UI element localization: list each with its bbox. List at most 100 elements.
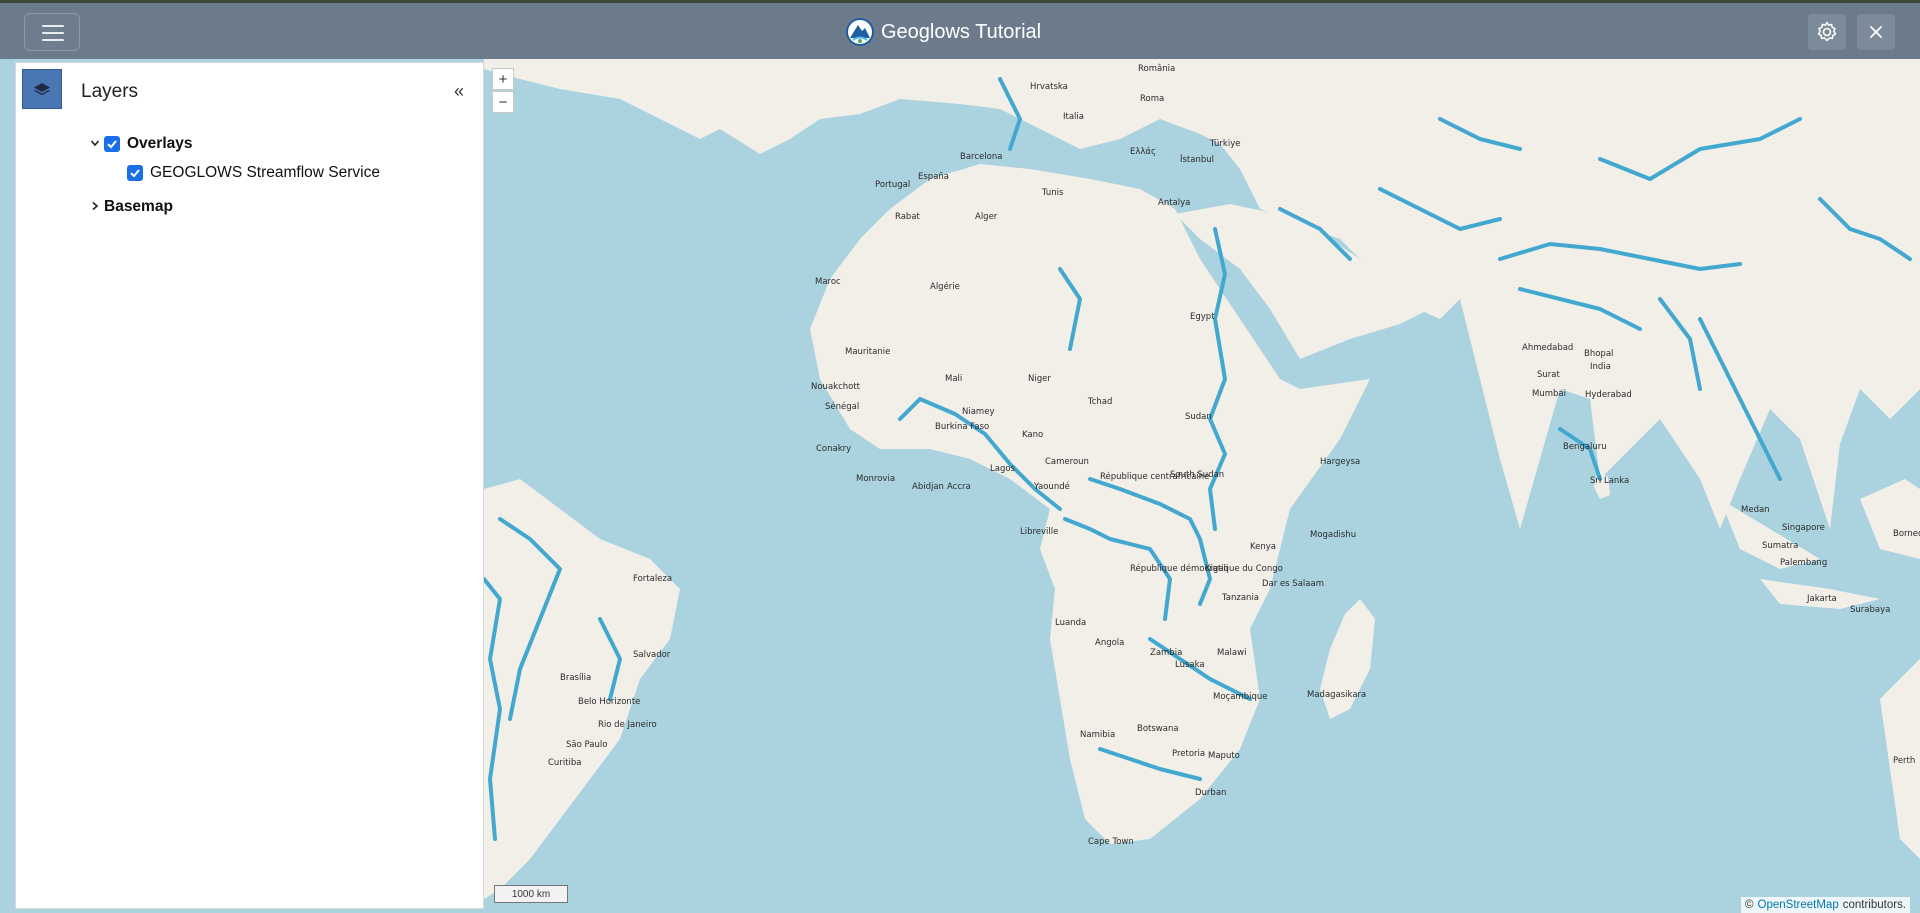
map-label: Barcelona	[960, 152, 1002, 162]
map-label: Tanzania	[1221, 593, 1259, 603]
tree-item-basemap[interactable]: Basemap	[90, 198, 173, 216]
map-label: Niamey	[962, 407, 994, 417]
map-label: Ελλάς	[1130, 147, 1156, 157]
map-label: Bengaluru	[1563, 442, 1607, 452]
tree-item-overlays: Overlays	[90, 135, 193, 153]
map-label: Mogadishu	[1310, 530, 1356, 540]
map-label: Yaoundé	[1033, 481, 1070, 492]
openstreetmap-link[interactable]: OpenStreetMap	[1758, 899, 1839, 911]
app-title-text: Geoglows Tutorial	[881, 20, 1042, 43]
map-attribution: © OpenStreetMap contributors.	[1741, 897, 1910, 913]
app-title: Geoglows Tutorial	[845, 16, 1041, 48]
map-label: India	[1590, 362, 1611, 372]
map-label: Belo Horizonte	[578, 697, 640, 707]
map-label: Lagos	[990, 464, 1016, 474]
map-label: Cape Town	[1088, 837, 1134, 847]
streamflow-label: GEOGLOWS Streamflow Service	[150, 164, 380, 181]
map-label: Mauritanie	[845, 347, 890, 357]
attribution-prefix: ©	[1745, 899, 1754, 911]
map-label: Tunis	[1041, 188, 1064, 198]
settings-button[interactable]	[1808, 14, 1846, 50]
map-label: Sudan	[1185, 412, 1212, 422]
map-label: Pretoria	[1172, 749, 1205, 759]
map-label: Palembang	[1780, 558, 1827, 568]
map-label: Egypt	[1190, 312, 1215, 322]
map-label: Perth	[1893, 756, 1915, 766]
map-label: São Paulo	[566, 740, 607, 750]
map-label: Namibia	[1080, 730, 1115, 740]
map-label: Roma	[1140, 94, 1164, 104]
map-label: Kenya	[1250, 542, 1276, 552]
map-label: Rio de Janeiro	[598, 720, 657, 730]
map-label: Luanda	[1055, 618, 1086, 628]
map-label: Madagasikara	[1307, 690, 1366, 700]
map-label: Jakarta	[1806, 594, 1837, 604]
map-label: Singapore	[1782, 523, 1825, 533]
gear-icon	[1817, 21, 1837, 42]
map-label: Sumatra	[1762, 541, 1798, 551]
map-label: Monrovia	[856, 474, 895, 484]
map-label: Mali	[945, 374, 962, 384]
map-label: Medan	[1741, 505, 1770, 515]
map-label: Fortaleza	[633, 574, 672, 584]
close-button[interactable]	[1857, 14, 1895, 50]
map-label: Sri Lanka	[1590, 476, 1629, 486]
close-icon	[1870, 26, 1882, 38]
map-label: Surat	[1537, 370, 1560, 380]
attribution-suffix: contributors.	[1842, 899, 1906, 911]
map-label: Curitiba	[548, 758, 581, 768]
map-label: Malawi	[1217, 648, 1246, 658]
overlays-label: Overlays	[127, 135, 193, 152]
map-label: Dar es Salaam	[1262, 579, 1324, 589]
map-label: Alger	[975, 212, 998, 222]
map-label: Ahmedabad	[1522, 343, 1573, 353]
map-label: Durban	[1195, 788, 1226, 798]
map-label: Lusaka	[1175, 660, 1205, 670]
layers-panel: Layers « Overlays GEOGLOWS Streamflow Se…	[15, 62, 484, 909]
map-label: Hyderabad	[1585, 390, 1632, 400]
map-label: Burkina Faso	[935, 422, 989, 432]
map-label: Abidjan	[912, 482, 944, 492]
scale-bar: 1000 km	[494, 885, 568, 903]
map-label: Moçambique	[1213, 692, 1267, 702]
map-label: Libreville	[1020, 527, 1058, 537]
map-label: Conakry	[816, 444, 851, 454]
map-label: España	[918, 172, 949, 182]
collapse-panel-button[interactable]: «	[454, 81, 464, 102]
map-label: Maroc	[815, 277, 841, 287]
map-label: Cameroun	[1045, 457, 1089, 467]
chevron-right-icon[interactable]	[90, 200, 104, 214]
map-label: Italia	[1063, 112, 1084, 122]
layers-panel-title: Layers	[81, 81, 139, 102]
map-label: Türkiye	[1209, 139, 1240, 149]
app-header: Geoglows Tutorial	[0, 3, 1920, 59]
geoglows-logo-icon	[846, 18, 874, 46]
zoom-in-button[interactable]: +	[492, 68, 514, 90]
map-label: Sénégal	[825, 401, 859, 412]
map-label: İstanbul	[1180, 154, 1214, 165]
zoom-out-button[interactable]: −	[492, 91, 514, 113]
map-label: Rabat	[895, 212, 921, 222]
basemap-label: Basemap	[104, 198, 173, 215]
map-label: Algérie	[930, 281, 960, 292]
map-label: Botswana	[1137, 724, 1179, 734]
map-label: Zambia	[1150, 648, 1182, 658]
menu-button[interactable]	[24, 13, 80, 51]
map-label: Nouakchott	[811, 382, 861, 392]
streamflow-checkbox[interactable]	[127, 165, 143, 181]
layers-icon[interactable]	[22, 69, 62, 109]
map-label: România	[1138, 64, 1175, 74]
map-label: Maputo	[1208, 751, 1240, 761]
map-label: Kano	[1022, 430, 1043, 440]
map-label: Hargeysa	[1320, 457, 1360, 467]
map-label: Salvador	[633, 650, 671, 660]
map-label: République démocratique du Congo	[1130, 563, 1283, 574]
map-label: South Sudan	[1170, 470, 1224, 480]
map-label: Angola	[1095, 638, 1124, 648]
map-label: Accra	[947, 482, 971, 492]
map-label: Mumbai	[1532, 389, 1566, 399]
map-label: Tchad	[1087, 397, 1112, 407]
map-label: Surabaya	[1850, 605, 1890, 615]
chevron-down-icon[interactable]	[90, 137, 104, 151]
overlays-checkbox[interactable]	[104, 136, 120, 152]
